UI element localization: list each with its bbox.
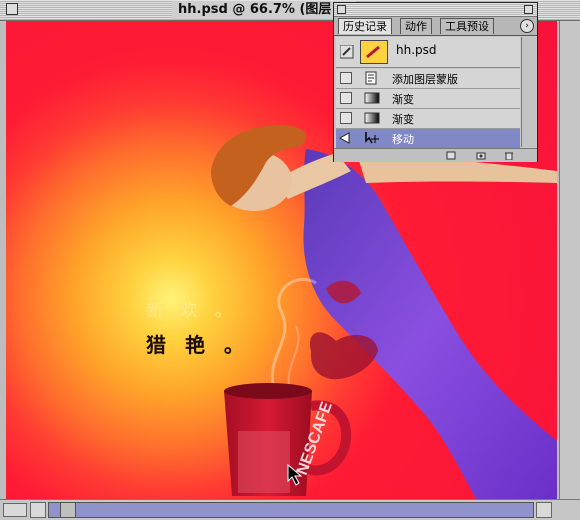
history-brush-source-checkbox[interactable] (340, 112, 352, 124)
history-state-row[interactable]: 渐变 (336, 89, 520, 109)
palette-title-bar[interactable] (334, 3, 537, 17)
trash-icon[interactable] (504, 151, 514, 160)
history-brush-icon[interactable] (340, 45, 354, 59)
vertical-scrollbar[interactable] (559, 21, 580, 499)
history-state-row[interactable]: 渐变 (336, 109, 520, 129)
gradient-icon (364, 92, 380, 104)
snapshot-row[interactable]: hh.psd (336, 37, 520, 68)
palette-menu-icon[interactable]: › (520, 19, 534, 33)
palette-close-icon[interactable] (337, 5, 346, 14)
steam (270, 277, 317, 394)
close-box-icon[interactable] (6, 3, 18, 15)
scroll-track[interactable] (48, 502, 534, 518)
palette-vertical-scrollbar[interactable] (521, 37, 536, 147)
history-state-row[interactable]: 添加图层蒙版 (336, 69, 520, 89)
photoshop-document-window: hh.psd @ 66.7% (图层 1, NESCAFE 新 欢 。 猎 艳 … (0, 0, 580, 520)
scroll-left-arrow-icon[interactable] (30, 502, 46, 518)
slogan-line-1: 新 欢 。 (146, 301, 238, 321)
create-snapshot-icon[interactable] (476, 151, 486, 160)
palette-tab-bar: 历史记录 动作 工具预设 › (334, 17, 537, 36)
gradient-icon (364, 112, 380, 124)
horizontal-scrollbar[interactable] (0, 499, 580, 520)
snapshot-name: hh.psd (396, 43, 437, 57)
history-brush-source-checkbox[interactable] (340, 72, 352, 84)
history-state-row-selected[interactable]: 移动 (336, 129, 520, 149)
tab-tool-presets[interactable]: 工具预设 (440, 18, 494, 34)
tab-actions[interactable]: 动作 (400, 18, 432, 34)
history-brush-source-checkbox[interactable] (340, 92, 352, 104)
scroll-thumb[interactable] (60, 502, 76, 518)
history-state-label: 移动 (392, 133, 414, 146)
tab-history[interactable]: 历史记录 (338, 18, 392, 34)
butterfly (310, 332, 378, 380)
history-state-label: 添加图层蒙版 (392, 73, 458, 86)
slogan-line-2: 猎 艳 。 (146, 333, 250, 357)
current-state-pointer-icon (339, 132, 350, 144)
history-state-label: 渐变 (392, 93, 414, 106)
move-tool-icon (365, 132, 379, 144)
zoom-level-box[interactable] (3, 503, 27, 517)
palette-footer (334, 148, 537, 162)
scroll-right-arrow-icon[interactable] (536, 502, 552, 518)
palette-collapse-icon[interactable] (524, 5, 533, 14)
snapshot-thumbnail (360, 40, 388, 64)
window-title: hh.psd @ 66.7% (图层 1, (172, 1, 356, 19)
history-state-label: 渐变 (392, 113, 414, 126)
history-palette: 历史记录 动作 工具预设 › hh.psd 添加图层蒙版 渐变 渐变 移动 (333, 2, 538, 162)
layer-mask-icon (365, 71, 377, 85)
new-document-from-state-icon[interactable] (446, 151, 456, 160)
